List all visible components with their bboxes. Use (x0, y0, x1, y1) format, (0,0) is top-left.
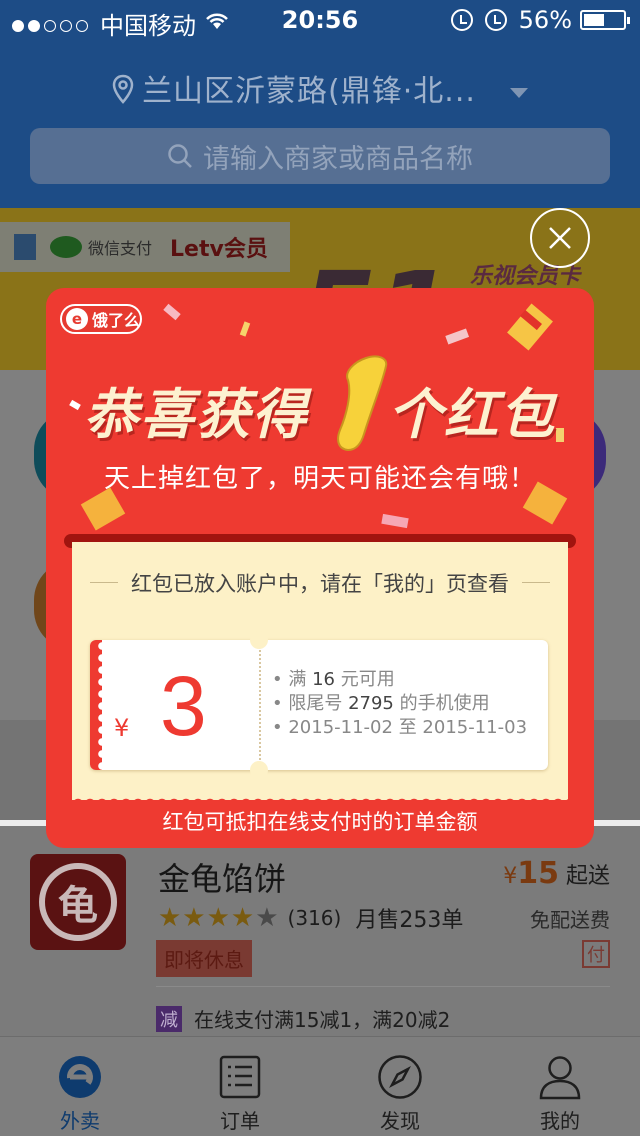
headline-subtitle: 天上掉红包了，明天可能还会有哦！ (103, 464, 536, 494)
coupon-edge (90, 640, 107, 770)
coupon-paper: 红包已放入账户中，请在「我的」页查看 ¥ 3 • 满 16 元可用 • 限尾号 … (72, 542, 568, 804)
coupon-terms: • 满 16 元可用 • 限尾号 2795 的手机使用 • 2015-11-02… (272, 668, 527, 740)
coupon-phone-limit: • 限尾号 2795 的手机使用 (272, 693, 490, 714)
headline-right: 个红包 (388, 382, 556, 446)
coupon-amount: 3 (160, 659, 207, 753)
paper-scallop-edge (72, 794, 568, 804)
coupon-divider (259, 650, 261, 760)
red-packet-modal: e饿了么 恭喜获得 1 个红包 天上掉红包了，明天可能还会有哦！ 红包已放入账户… (46, 288, 594, 848)
account-notice: 红包已放入账户中，请在「我的」页查看 (72, 568, 568, 598)
headline: 恭喜获得 1 个红包 (46, 354, 594, 464)
coupon-validity: • 2015-11-02 至 2015-11-03 (272, 717, 528, 738)
headline-number: 1 (337, 355, 388, 452)
coupon-card[interactable]: ¥ 3 • 满 16 元可用 • 限尾号 2795 的手机使用 • 2015-1… (90, 631, 548, 779)
close-icon (549, 227, 571, 249)
headline-left: 恭喜获得 (84, 382, 308, 446)
coupon-currency: ¥ (114, 714, 130, 742)
coupon-notch (250, 761, 268, 779)
close-button[interactable] (530, 208, 590, 268)
coupon-footnote: 红包可抵扣在线支付时的订单金额 (162, 810, 478, 834)
coupon-notch (250, 631, 268, 649)
coupon-min-spend: • 满 16 元可用 (272, 669, 395, 690)
